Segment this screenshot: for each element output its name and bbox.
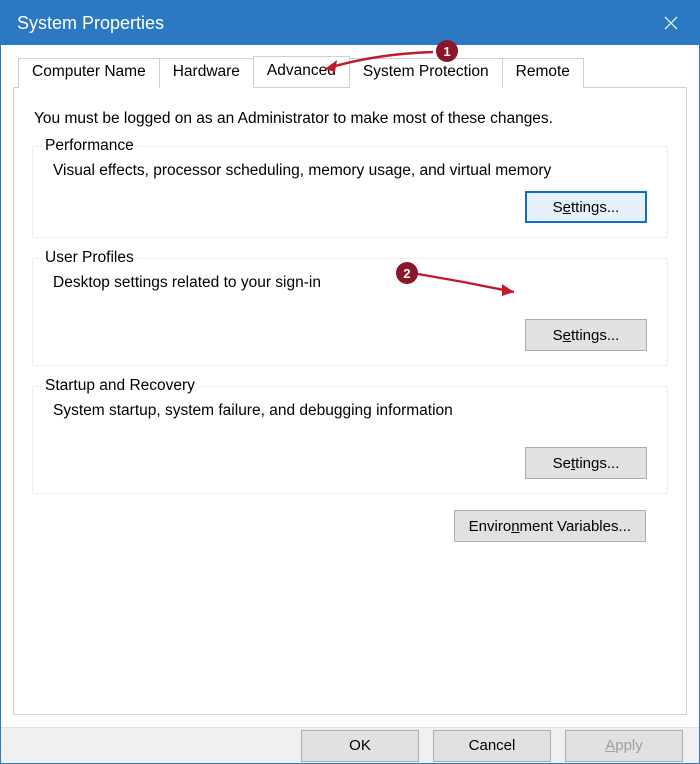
user-profiles-settings-button[interactable]: Settings...	[525, 319, 647, 351]
startup-recovery-settings-button[interactable]: Settings...	[525, 447, 647, 479]
close-button[interactable]	[643, 1, 699, 45]
admin-notice: You must be logged on as an Administrato…	[34, 110, 668, 128]
user-profiles-title: User Profiles	[43, 249, 138, 267]
titlebar: System Properties	[1, 1, 699, 45]
performance-desc: Visual effects, processor scheduling, me…	[53, 161, 653, 181]
system-properties-window: System Properties 1 Computer Name Hardwa…	[0, 0, 700, 764]
performance-section: Performance Visual effects, processor sc…	[32, 146, 668, 238]
dialog-body: 1 Computer Name Hardware Advanced System…	[1, 45, 699, 727]
startup-recovery-title: Startup and Recovery	[43, 377, 199, 395]
performance-title: Performance	[43, 137, 138, 155]
close-icon	[664, 16, 678, 30]
environment-variables-button[interactable]: Environment Variables...	[454, 510, 646, 542]
tab-panel-advanced: You must be logged on as an Administrato…	[13, 87, 687, 715]
startup-recovery-desc: System startup, system failure, and debu…	[53, 401, 653, 421]
ok-button[interactable]: OK	[301, 730, 419, 762]
user-profiles-desc: Desktop settings related to your sign-in	[53, 273, 653, 293]
dialog-footer: OK Cancel Apply	[1, 727, 699, 763]
startup-recovery-section: Startup and Recovery System startup, sys…	[32, 386, 668, 494]
tab-remote[interactable]: Remote	[502, 58, 584, 88]
cancel-button[interactable]: Cancel	[433, 730, 551, 762]
tab-strip: Computer Name Hardware Advanced System P…	[13, 57, 687, 87]
user-profiles-section: User Profiles Desktop settings related t…	[32, 258, 668, 366]
tab-system-protection[interactable]: System Protection	[349, 58, 503, 88]
tab-advanced[interactable]: Advanced	[253, 56, 350, 86]
window-title: System Properties	[17, 13, 164, 34]
apply-button[interactable]: Apply	[565, 730, 683, 762]
performance-settings-button[interactable]: Settings...	[525, 191, 647, 223]
tab-computer-name[interactable]: Computer Name	[18, 58, 160, 88]
tab-hardware[interactable]: Hardware	[159, 58, 254, 88]
